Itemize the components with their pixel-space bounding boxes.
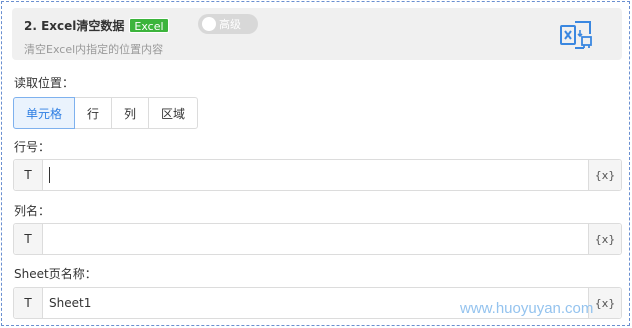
step-title: 2. Excel清空数据 bbox=[24, 19, 125, 33]
variable-button[interactable]: {x} bbox=[588, 224, 621, 254]
excel-tag: Excel bbox=[129, 18, 169, 33]
step-description: 清空Excel内指定的位置内容 bbox=[24, 43, 164, 56]
advanced-toggle-label: 高级 bbox=[219, 18, 241, 31]
row-number-label: 行号： bbox=[14, 140, 51, 154]
excel-clear-panel: 2. Excel清空数据 Excel 高级 清空Excel内指定的位置内容 读取… bbox=[1, 1, 630, 326]
column-name-input[interactable] bbox=[43, 224, 588, 254]
text-type-prefix[interactable]: T bbox=[14, 288, 43, 318]
read-position-label: 读取位置： bbox=[14, 76, 75, 90]
text-type-prefix[interactable]: T bbox=[14, 224, 43, 254]
option-row[interactable]: 行 bbox=[74, 97, 112, 129]
variable-button[interactable]: {x} bbox=[588, 160, 621, 190]
row-number-field: T {x} bbox=[13, 159, 622, 191]
option-range[interactable]: 区域 bbox=[148, 97, 198, 129]
text-type-prefix[interactable]: T bbox=[14, 160, 43, 190]
row-number-input[interactable] bbox=[43, 160, 588, 190]
text-caret bbox=[49, 167, 50, 183]
title-row: 2. Excel清空数据 Excel bbox=[24, 17, 169, 34]
read-position-selector: 单元格 行 列 区域 bbox=[13, 97, 198, 129]
step-header: 2. Excel清空数据 Excel 高级 清空Excel内指定的位置内容 bbox=[12, 8, 622, 60]
excel-clear-icon bbox=[560, 21, 592, 49]
option-cell[interactable]: 单元格 bbox=[13, 97, 75, 129]
column-name-label: 列名： bbox=[14, 204, 51, 218]
toggle-knob bbox=[202, 17, 216, 31]
advanced-toggle[interactable]: 高级 bbox=[198, 14, 258, 34]
site-watermark: www.huoyuyan.com bbox=[460, 300, 594, 317]
sheet-name-label: Sheet页名称： bbox=[14, 267, 97, 281]
option-column[interactable]: 列 bbox=[111, 97, 149, 129]
column-name-field: T {x} bbox=[13, 223, 622, 255]
